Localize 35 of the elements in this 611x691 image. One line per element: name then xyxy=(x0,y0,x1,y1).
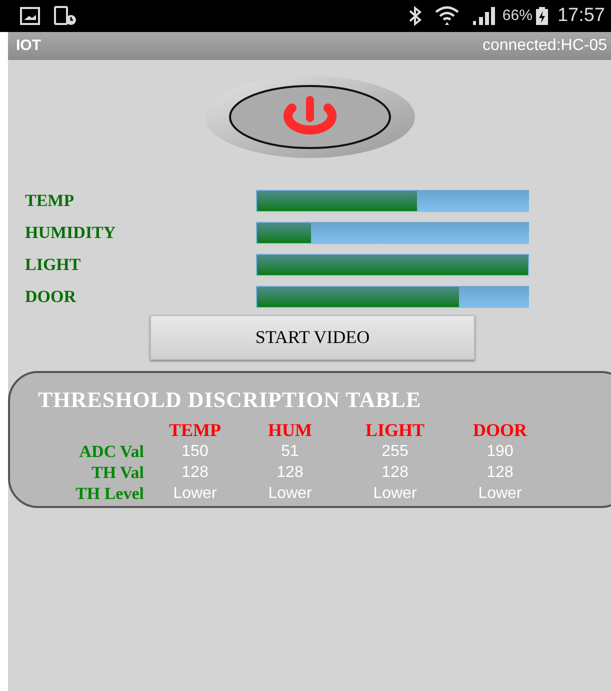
row-label: TH Val xyxy=(90,462,145,483)
wifi-icon xyxy=(434,5,460,27)
table-cell-text: Lower xyxy=(267,484,313,504)
start-video-button[interactable]: START VIDEO xyxy=(150,315,475,360)
table-cell-text: Lower xyxy=(172,484,218,504)
tablet-clock-icon xyxy=(54,6,78,26)
table-cell-text: 128 xyxy=(180,463,210,483)
column-header: DOOR xyxy=(472,420,528,441)
gallery-icon xyxy=(20,7,40,25)
table-title: THRESHOLD DISCRIPTION TABLE xyxy=(37,386,422,414)
row-label: ADC Val xyxy=(78,441,145,462)
table-cell-text: 128 xyxy=(276,463,304,483)
connection-status: connected:HC-05 xyxy=(482,36,607,56)
table-cell-text: 255 xyxy=(380,442,410,462)
app-title: IOT xyxy=(16,36,41,56)
battery-percent: 66% xyxy=(502,6,532,26)
sensor-label: LIGHT xyxy=(25,254,82,276)
table-cell-text: 150 xyxy=(180,442,210,462)
bluetooth-icon xyxy=(408,6,422,26)
table-cell-text: 128 xyxy=(486,463,514,483)
sensor-label: TEMP xyxy=(25,190,76,212)
sensor-label: DOOR xyxy=(25,286,78,308)
power-icon xyxy=(228,84,392,150)
row-label: TH Level xyxy=(74,483,145,504)
table-cell-text: 190 xyxy=(486,442,514,462)
column-header: LIGHT xyxy=(364,420,426,441)
table-cell-text: 51 xyxy=(280,442,300,462)
battery-charging-icon xyxy=(535,6,550,26)
column-header: TEMP xyxy=(168,420,222,441)
sensor-label: HUMIDITY xyxy=(25,222,117,244)
table-cell-text: Lower xyxy=(372,484,418,504)
column-header: HUM xyxy=(267,420,313,441)
clock-time: 17:57 xyxy=(557,4,605,28)
table-cell-text: 128 xyxy=(380,463,410,483)
table-cell-text: Lower xyxy=(477,484,523,504)
